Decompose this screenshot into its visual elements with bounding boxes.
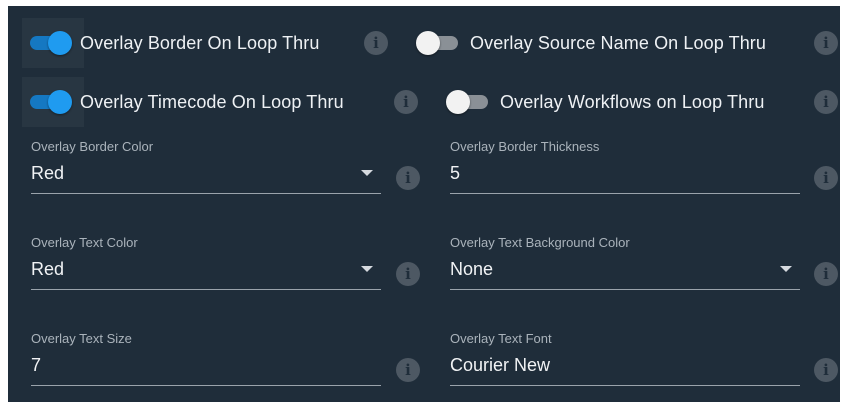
overlay-border-color-dropdown[interactable]: Overlay Border Color Red [31, 139, 381, 201]
field-underline [31, 385, 381, 386]
switch-knob[interactable] [48, 31, 72, 55]
field-underline [450, 289, 800, 290]
info-icon[interactable]: i [814, 31, 838, 55]
info-icon[interactable]: i [364, 31, 388, 55]
info-glyph: i [373, 33, 379, 52]
info-icon[interactable]: i [814, 90, 838, 114]
overlay-text-color-dropdown[interactable]: Overlay Text Color Red [31, 235, 381, 297]
field-value[interactable]: None [450, 259, 493, 280]
field-value[interactable]: 7 [31, 355, 41, 376]
field-label: Overlay Text Color [31, 235, 138, 250]
switch-knob[interactable] [48, 90, 72, 114]
info-glyph: i [823, 33, 829, 52]
chevron-down-icon[interactable] [361, 170, 373, 176]
info-glyph: i [405, 264, 411, 283]
field-underline [31, 193, 381, 194]
overlay-source-name-switch[interactable] [416, 28, 462, 58]
toggle-overlay-workflows[interactable]: Overlay Workflows on Loop Thru [446, 87, 764, 117]
overlay-workflows-switch[interactable] [446, 87, 492, 117]
info-glyph: i [405, 360, 411, 379]
field-value[interactable]: Red [31, 163, 64, 184]
field-label: Overlay Border Color [31, 139, 154, 154]
field-value[interactable]: Courier New [450, 355, 550, 376]
info-icon[interactable]: i [394, 90, 418, 114]
info-icon[interactable]: i [814, 262, 838, 286]
overlay-border-thickness-input[interactable]: Overlay Border Thickness 5 [450, 139, 800, 201]
info-glyph: i [823, 92, 829, 111]
info-icon[interactable]: i [814, 358, 838, 382]
overlay-timecode-label: Overlay Timecode On Loop Thru [80, 91, 344, 112]
info-icon[interactable]: i [396, 166, 420, 190]
overlay-border-label: Overlay Border On Loop Thru [80, 32, 320, 53]
overlay-text-size-input[interactable]: Overlay Text Size 7 [31, 331, 381, 393]
field-label: Overlay Border Thickness [450, 139, 600, 154]
info-glyph: i [823, 264, 829, 283]
field-underline [450, 385, 800, 386]
overlay-border-switch[interactable] [22, 18, 84, 68]
field-underline [31, 289, 381, 290]
overlay-timecode-switch[interactable] [22, 77, 84, 127]
chevron-down-icon[interactable] [780, 266, 792, 272]
field-label: Overlay Text Background Color [450, 235, 630, 250]
info-glyph: i [823, 168, 829, 187]
overlay-workflows-label: Overlay Workflows on Loop Thru [500, 91, 765, 112]
switch-knob[interactable] [446, 90, 470, 114]
field-value[interactable]: 5 [450, 163, 460, 184]
info-glyph: i [823, 360, 829, 379]
chevron-down-icon[interactable] [361, 266, 373, 272]
info-icon[interactable]: i [396, 358, 420, 382]
field-label: Overlay Text Size [31, 331, 132, 346]
overlay-settings-panel: Overlay Border On Loop Thru i Overlay So… [8, 6, 840, 402]
info-glyph: i [405, 168, 411, 187]
toggle-overlay-timecode[interactable]: Overlay Timecode On Loop Thru [22, 77, 344, 127]
overlay-source-name-label: Overlay Source Name On Loop Thru [470, 32, 767, 53]
field-underline [450, 193, 800, 194]
overlay-text-font-input[interactable]: Overlay Text Font Courier New [450, 331, 800, 393]
overlay-text-background-color-dropdown[interactable]: Overlay Text Background Color None [450, 235, 800, 297]
toggle-overlay-source-name[interactable]: Overlay Source Name On Loop Thru [416, 28, 766, 58]
toggle-overlay-border[interactable]: Overlay Border On Loop Thru [22, 18, 320, 68]
info-icon[interactable]: i [814, 166, 838, 190]
switch-knob[interactable] [416, 31, 440, 55]
info-glyph: i [403, 92, 409, 111]
field-value[interactable]: Red [31, 259, 64, 280]
field-label: Overlay Text Font [450, 331, 552, 346]
info-icon[interactable]: i [396, 262, 420, 286]
